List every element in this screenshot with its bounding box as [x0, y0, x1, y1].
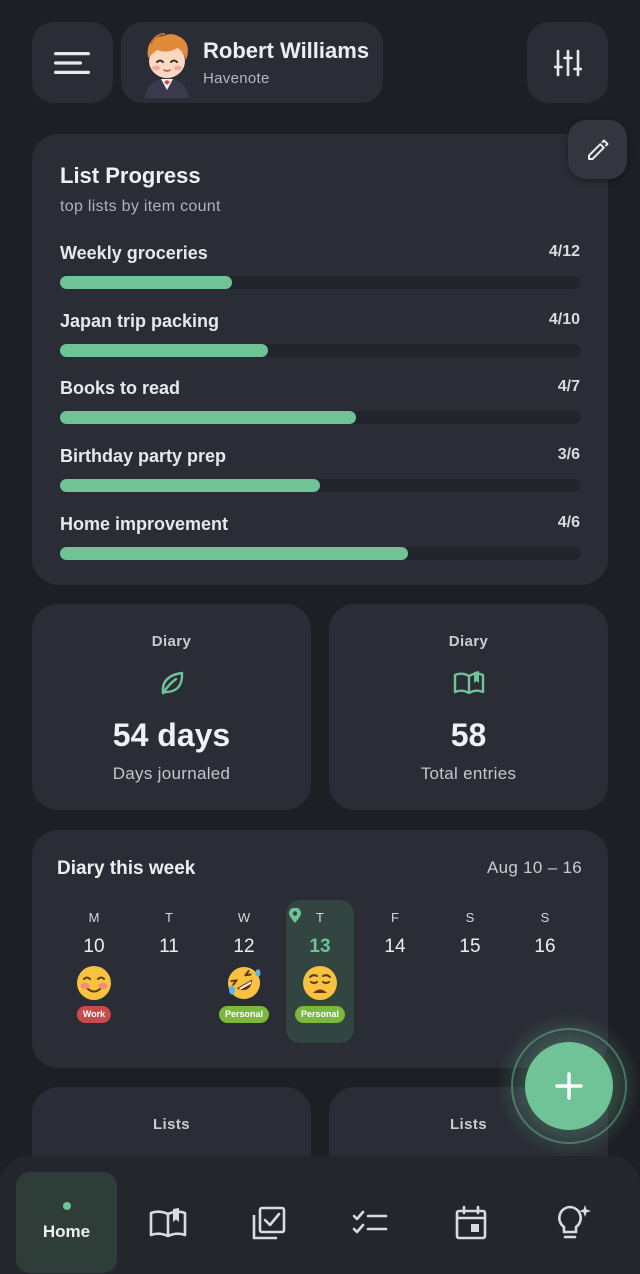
progress-row[interactable]: Home improvement 4/6 [60, 514, 580, 570]
personal-tag: Personal [294, 1006, 346, 1023]
calendar-icon [455, 1205, 486, 1239]
progress-fill [60, 547, 409, 560]
plus-icon [555, 1072, 583, 1100]
progress-fill [60, 276, 232, 289]
user-name: Robert Williams [203, 38, 370, 63]
stat-label: Diary [151, 633, 192, 650]
nav-calendar[interactable] [420, 1172, 521, 1273]
day-number: 12 [233, 936, 255, 957]
diary-week-range: Aug 10 – 16 [487, 858, 582, 877]
bottom-navigation: Home [0, 1156, 640, 1274]
progress-list-name: Home improvement [60, 514, 229, 534]
diary-book-icon [149, 1207, 186, 1237]
day-column[interactable]: F 14 [361, 900, 429, 1043]
list-progress-card: List Progress top lists by item count We… [32, 134, 608, 585]
progress-count: 4/12 [548, 243, 580, 260]
progress-fill [60, 479, 320, 492]
progress-fill [60, 344, 268, 357]
progress-list-name: Books to read [60, 378, 181, 398]
day-number: 15 [459, 936, 481, 957]
diary-week-title: Diary this week [57, 858, 196, 879]
sliders-icon [553, 49, 582, 76]
day-letter: T [165, 910, 173, 925]
day-column[interactable]: S 15 [436, 900, 504, 1043]
progress-row[interactable]: Japan trip packing 4/10 [60, 311, 580, 367]
stat-label: Lists [152, 1116, 190, 1133]
checkbox-stack-icon [252, 1206, 285, 1239]
progress-track [60, 479, 580, 492]
nav-home-label: Home [42, 1222, 91, 1241]
nav-diary[interactable] [117, 1172, 218, 1273]
progress-count: 3/6 [557, 446, 580, 463]
leaf-icon [161, 671, 183, 695]
day-number: 13 [309, 936, 331, 957]
progress-count: 4/6 [557, 514, 580, 531]
add-entry-button[interactable] [525, 1042, 613, 1130]
personal-tag: Personal [218, 1006, 270, 1023]
weary-emoji [303, 966, 337, 1000]
work-tag: Work [76, 1006, 112, 1023]
lightbulb-sparkle-icon [557, 1204, 591, 1238]
day-letter: W [237, 910, 251, 925]
day-number: 16 [534, 936, 556, 957]
pencil-icon [587, 139, 608, 160]
nav-home[interactable]: Home [16, 1172, 117, 1273]
progress-row[interactable]: Books to read 4/7 [60, 378, 580, 434]
day-number: 10 [83, 936, 105, 957]
open-book-icon [453, 671, 484, 695]
stat-caption: Days journaled [112, 764, 231, 783]
day-letter: F [391, 910, 399, 925]
progress-track [60, 276, 580, 289]
progress-list-name: Weekly groceries [60, 243, 208, 263]
progress-track [60, 547, 580, 560]
edit-button[interactable] [568, 120, 627, 179]
day-number: 14 [384, 936, 406, 957]
progress-track [60, 411, 580, 424]
stat-caption: Total entries [420, 764, 517, 783]
nav-tasks[interactable] [218, 1172, 319, 1273]
day-column[interactable]: M 10 Work [60, 900, 128, 1043]
list-progress-title: List Progress [60, 163, 201, 188]
total-entries-card[interactable]: Diary 58 Total entries [329, 604, 608, 810]
avatar [145, 33, 189, 98]
progress-fill [60, 411, 357, 424]
progress-row[interactable]: Weekly groceries 4/12 [60, 243, 580, 299]
smiling-blush-emoji [77, 966, 111, 1000]
filter-button[interactable] [527, 22, 608, 103]
day-number: 11 [159, 936, 179, 957]
menu-icon [53, 51, 90, 74]
day-column[interactable]: W 12 Personal [210, 900, 278, 1043]
day-letter: S [540, 910, 550, 925]
progress-track [60, 344, 580, 357]
day-letter: S [465, 910, 475, 925]
progress-row[interactable]: Birthday party prep 3/6 [60, 446, 580, 502]
profile-chip[interactable]: Robert Williams Havenote [121, 22, 383, 103]
progress-count: 4/7 [557, 378, 580, 395]
list-progress-subtitle: top lists by item count [60, 198, 221, 215]
stat-value: 54 days [112, 717, 231, 753]
active-indicator-dot [62, 1202, 71, 1210]
rofl-emoji [228, 967, 261, 999]
menu-button[interactable] [32, 22, 113, 103]
day-letter: M [88, 910, 100, 925]
progress-count: 4/10 [548, 311, 580, 328]
day-column[interactable]: T 11 [135, 900, 203, 1043]
app-name: Havenote [203, 70, 270, 87]
stat-label: Diary [448, 633, 489, 650]
nav-lists[interactable] [319, 1172, 420, 1273]
day-letter: T [316, 910, 324, 925]
progress-list-name: Japan trip packing [60, 311, 220, 331]
progress-list-name: Birthday party prep [60, 446, 227, 466]
day-column-today[interactable]: T 13 Personal [286, 900, 354, 1043]
days-journaled-card[interactable]: Diary 54 days Days journaled [32, 604, 311, 810]
nav-ideas[interactable] [521, 1172, 622, 1273]
stat-value: 58 [450, 717, 487, 753]
checklist-icon [352, 1210, 387, 1233]
